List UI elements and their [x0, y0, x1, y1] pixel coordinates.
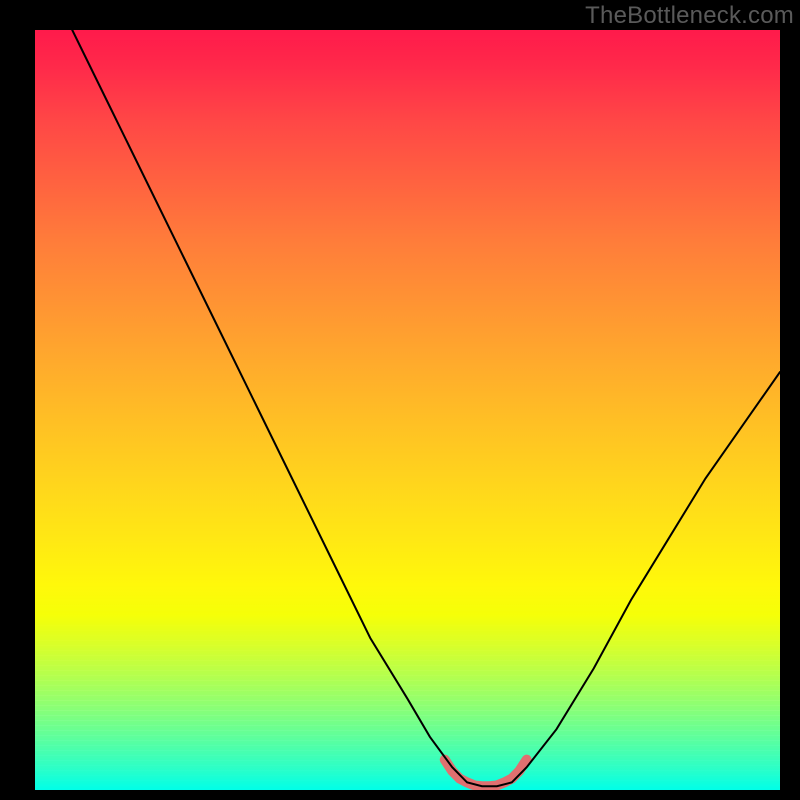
curve-svg: [35, 30, 780, 790]
chart-container: TheBottleneck.com: [0, 0, 800, 800]
bottleneck-curve-path: [72, 30, 780, 786]
plot-area: [35, 30, 780, 790]
series-group: [72, 30, 780, 786]
watermark-text: TheBottleneck.com: [585, 2, 794, 30]
